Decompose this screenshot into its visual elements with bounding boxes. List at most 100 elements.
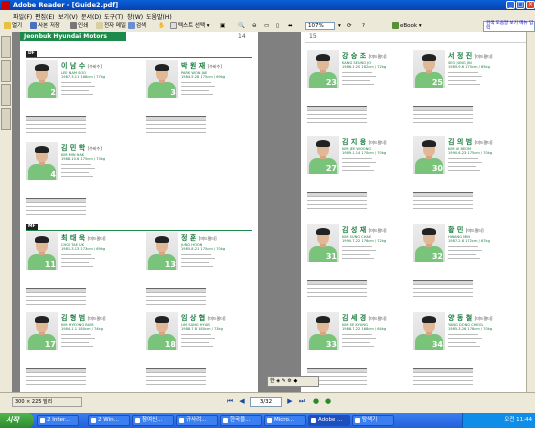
first-page-button[interactable]: ⏮ — [226, 397, 234, 405]
book-icon — [392, 22, 399, 29]
last-page-button[interactable]: ⏭ — [298, 397, 306, 405]
prev-page-button[interactable]: ◀ — [238, 397, 246, 405]
adobe-app-icon — [2, 1, 10, 9]
player-name: 황 민 [미드필더] — [448, 225, 484, 235]
floating-toolbar[interactable]: 한 ◈ ✎ ⚙ ◆ — [267, 376, 319, 387]
maximize-button[interactable]: □ — [516, 1, 525, 9]
stats-table — [26, 368, 86, 389]
menu-window[interactable]: 창(W) — [127, 12, 143, 21]
player-name-text: 강 승 조 — [342, 52, 367, 60]
player-career-lines — [342, 157, 376, 171]
fit-page-button[interactable]: ▯ — [276, 22, 279, 31]
menu-tools[interactable]: 도구(T) — [104, 12, 123, 21]
player-position: [수비수] — [87, 146, 102, 151]
open-button[interactable]: 열기 — [4, 22, 22, 31]
print-button[interactable]: 인쇄 — [70, 22, 88, 31]
taskbar-button[interactable]: 규사려... — [176, 415, 218, 426]
taskbar-button[interactable]: 2 Inter... — [37, 415, 79, 426]
zoom-dropdown[interactable]: ▾ — [338, 22, 341, 31]
document-view[interactable]: Jeonbuk Hyundai Motors 14 DF MF 2이 남 수 [… — [12, 32, 526, 392]
stats-table — [307, 280, 367, 301]
player-position: [미드필더] — [368, 140, 387, 145]
next-view-button[interactable]: ● — [324, 397, 332, 405]
left-page-number: 14 — [238, 33, 246, 40]
player-birth-size: 1981.3.13 173cm / 69kg — [61, 247, 106, 251]
jersey-number: 33 — [325, 340, 337, 349]
tab-signatures[interactable] — [1, 60, 11, 82]
hair-shape — [35, 64, 49, 71]
taskbar-button-label: 2 Win... — [98, 417, 119, 423]
save-copy-button[interactable]: 사본 저장 — [30, 22, 60, 31]
ebook-button[interactable]: eBook ▾ — [392, 22, 422, 31]
ebook-label: eBook — [400, 23, 418, 29]
hair-shape — [35, 146, 49, 153]
select-text-button[interactable]: 텍스트 선택 ▾ — [170, 22, 210, 31]
previous-view-button[interactable]: ● — [312, 397, 320, 405]
start-button[interactable]: 시작 — [0, 413, 34, 428]
help-button[interactable]: ? — [362, 22, 365, 31]
page-gap — [263, 32, 297, 392]
section-rule — [26, 230, 252, 231]
help-search-box[interactable]: 검색 도움말 보기 메뉴 입력 — [483, 21, 535, 32]
tab-layers[interactable] — [1, 84, 11, 106]
player-photo: 31 — [307, 224, 339, 262]
tab-bookmarks[interactable] — [1, 36, 11, 58]
actual-size-button[interactable]: ▭ — [264, 22, 269, 31]
stats-table — [146, 116, 206, 137]
taskbar-button[interactable]: 2 Win... — [88, 415, 130, 426]
player-photo: 2 — [26, 60, 58, 98]
snapshot-button[interactable]: ▣ — [220, 22, 225, 31]
taskbar-button[interactable]: Adobe ... — [308, 415, 350, 426]
taskbar-button-label: Adobe ... — [318, 417, 343, 423]
menu-help[interactable]: 도움말(H) — [146, 12, 172, 21]
stats-table — [307, 106, 367, 127]
menu-document[interactable]: 문서(D) — [81, 12, 101, 21]
player-birth-size: 1984.1.1 180cm / 74kg — [61, 327, 103, 331]
jersey-number: 2 — [50, 88, 56, 97]
taskbar-button[interactable]: 참여신... — [132, 415, 174, 426]
taskbar-button[interactable]: 한국을... — [220, 415, 262, 426]
player-name: 김 세 경 [미드필더] — [342, 313, 386, 323]
player-birth-size: 1988.7.8 180cm / 73kg — [181, 327, 223, 331]
search-button[interactable]: 검색 — [128, 22, 146, 31]
print-label: 인쇄 — [78, 23, 89, 29]
jersey-number: 31 — [325, 252, 337, 261]
player-position: [미드필더] — [87, 316, 106, 321]
jersey-number: 13 — [164, 260, 176, 269]
rotate-button[interactable]: ⟳ — [347, 22, 352, 31]
player-career-lines — [181, 81, 215, 95]
taskbar-button-label: 규사려... — [186, 417, 207, 423]
fit-width-button[interactable]: ⬌ — [288, 22, 293, 31]
window-icon — [355, 418, 360, 423]
minimize-button[interactable]: _ — [506, 1, 515, 9]
player-name: 박 원 재 [수비수] — [181, 61, 222, 71]
hair-shape — [155, 316, 169, 323]
stats-table — [413, 192, 473, 213]
player-card: 34 양 동 철 [미드필더] YANG DONG CHEOL 1985.3.26 1… — [413, 312, 511, 392]
player-birth-size: 1984.5.28 175cm / 69kg — [181, 75, 226, 79]
folder-icon — [4, 22, 11, 29]
hair-shape — [155, 236, 169, 243]
menu-view[interactable]: 보기(V) — [58, 12, 78, 21]
player-name: 서 정 진 [미드필더] — [448, 51, 492, 61]
jersey-number: 3 — [170, 88, 176, 97]
tab-pages[interactable] — [1, 108, 11, 130]
player-name: 김 성 재 [미드필더] — [342, 225, 386, 235]
close-button[interactable]: × — [526, 1, 535, 9]
taskbar-button[interactable]: Micro... — [264, 415, 306, 426]
next-page-button[interactable]: ▶ — [286, 397, 294, 405]
zoom-field[interactable]: 107% — [305, 22, 335, 30]
page-number-field[interactable]: 3/32 — [250, 397, 282, 407]
vertical-scrollbar[interactable] — [526, 32, 535, 392]
zoom-in-button[interactable]: 🔍 — [238, 22, 245, 31]
taskbar-button-label: 2 Inter... — [47, 417, 70, 423]
hand-tool-button[interactable]: ✋ — [158, 22, 165, 31]
jersey-number: 4 — [50, 170, 56, 179]
taskbar-button[interactable]: 탐색기 — [352, 415, 394, 426]
player-career-lines — [61, 81, 95, 95]
zoom-out-button[interactable]: ⊖ — [252, 22, 257, 31]
menu-file[interactable]: 파일(F) — [13, 12, 32, 21]
player-name: 정 훈 [미드필더] — [181, 233, 217, 243]
menu-edit[interactable]: 편집(E) — [35, 12, 55, 21]
email-button[interactable]: 전자 메일 — [96, 22, 126, 31]
